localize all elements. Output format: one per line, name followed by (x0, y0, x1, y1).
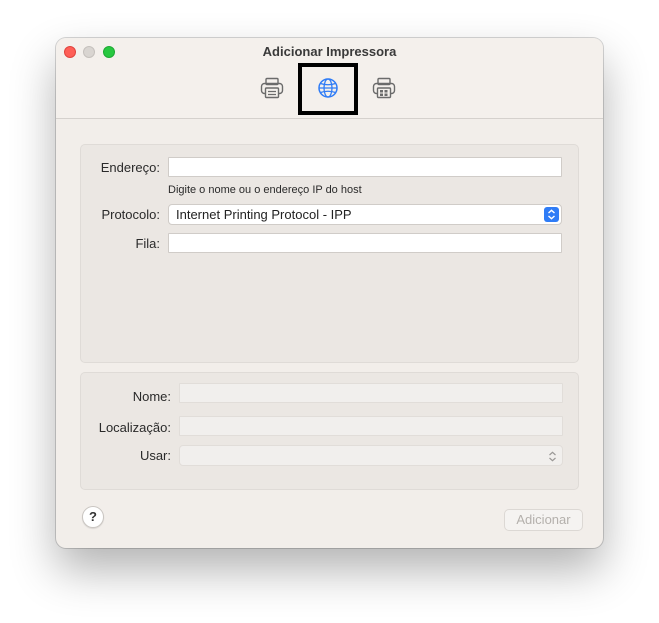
queue-field[interactable] (168, 233, 562, 253)
add-printer-window: Adicionar Impressora Endereço: Digite o … (56, 38, 603, 548)
titlebar: Adicionar Impressora (56, 38, 603, 119)
chevron-updown-icon (546, 449, 558, 464)
name-field[interactable] (179, 383, 563, 403)
address-hint: Digite o nome ou o endereço IP do host (168, 184, 362, 196)
name-label: Nome: (132, 389, 171, 404)
use-select[interactable] (179, 445, 563, 466)
toolbar-ip-button[interactable] (298, 63, 358, 115)
globe-ip-icon (317, 77, 339, 102)
window-title: Adicionar Impressora (262, 44, 397, 59)
help-button[interactable]: ? (82, 506, 104, 528)
protocol-select[interactable]: Internet Printing Protocol - IPP (168, 204, 562, 225)
protocol-label: Protocolo: (101, 207, 160, 222)
chevron-updown-icon (544, 207, 559, 222)
location-field[interactable] (179, 416, 563, 436)
protocol-value: Internet Printing Protocol - IPP (176, 207, 352, 222)
add-button[interactable]: Adicionar (504, 509, 583, 531)
toolbar-windows-button[interactable] (354, 63, 414, 115)
windows-printer-icon (372, 77, 396, 102)
queue-label: Fila: (135, 236, 160, 251)
toolbar-default-button[interactable] (242, 63, 302, 115)
address-field[interactable] (168, 157, 562, 177)
use-label: Usar: (139, 448, 171, 463)
default-printer-icon (260, 77, 284, 102)
location-label: Localização: (98, 420, 171, 435)
address-label: Endereço: (100, 160, 160, 175)
